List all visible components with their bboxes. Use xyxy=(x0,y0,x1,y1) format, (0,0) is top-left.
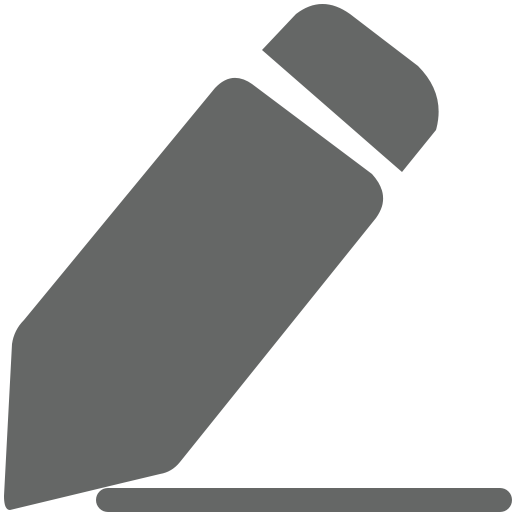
edit-pencil-icon[interactable] xyxy=(0,0,512,512)
writing-baseline xyxy=(96,488,512,512)
edit-icon-canvas xyxy=(0,0,512,512)
pencil-body xyxy=(4,77,384,510)
